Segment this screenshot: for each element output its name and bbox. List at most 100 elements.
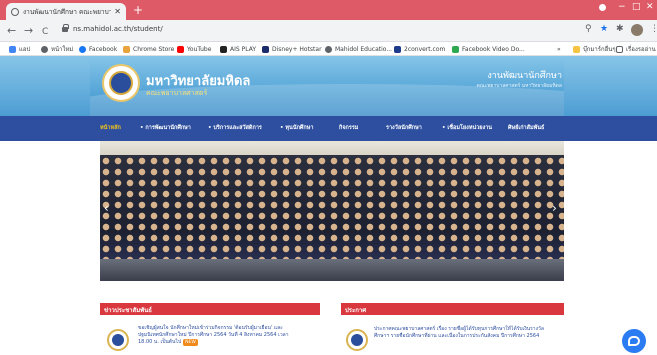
announcement-section-header-bar [341, 303, 564, 315]
bookmark-2convert[interactable]: 2convert.com [394, 44, 445, 54]
photo-foreground [100, 259, 564, 281]
banner-background-left [0, 56, 90, 116]
bookmark-label: AIS PLAY [230, 45, 256, 53]
lock-icon[interactable] [62, 24, 69, 32]
tab-strip: งานพัฒนานักศึกษา คณะพยาบาลศาสตร์ ✕ + − □… [0, 0, 657, 20]
youtube-icon [177, 45, 184, 53]
bookmark-mahidol-education[interactable]: Mahidol Educatio... [325, 44, 392, 54]
announcement-line: ประกาศคณะพยาบาลศาสตร์ เรื่อง รายชื่อผู้ไ… [374, 326, 544, 332]
forward-button[interactable]: → [24, 24, 33, 38]
bookmark-label: Facebook Video Do... [462, 45, 525, 53]
bookmark-label: แอป [19, 46, 31, 53]
department-subtitle: คณะพยาบาลศาสตร์ มหาวิทยาลัยมหิดล [476, 83, 562, 89]
graduation-photo-slider[interactable]: ‹ › [100, 141, 564, 281]
bookmark-label: Chrome Store [133, 45, 175, 53]
news-line: 18.00 น. เป็นต้นไป NEW [138, 339, 289, 346]
apps-grid-icon [9, 45, 16, 53]
chrome-menu-icon[interactable]: ⋮ [650, 24, 657, 34]
close-window-button[interactable]: ✕ [646, 2, 654, 12]
news-line: ปฐมนิเทศนักศึกษาใหม่ ปีการศึกษา 2564 วัน… [138, 332, 289, 338]
bookmark-new-page[interactable]: หน้าใหม่ [41, 44, 73, 54]
video-download-icon [452, 45, 459, 53]
menu-item-student-awards[interactable]: รางวัลนักศึกษา [386, 124, 422, 132]
messenger-icon [628, 336, 640, 346]
bookmark-label: Disney+ Hotstar [272, 45, 322, 53]
folder-icon [573, 45, 580, 53]
slider-prev-icon[interactable]: ‹ [104, 201, 109, 215]
menu-item-services[interactable]: • บริการและสวัสดิการ [208, 124, 262, 132]
reading-list[interactable]: เรื่องรออ่าน [616, 44, 656, 54]
bookmark-label: 2convert.com [404, 45, 446, 53]
back-button[interactable]: ← [7, 24, 16, 38]
address-toolbar: ← → C ns.mahidol.ac.th/student/ ⚲ ★ ✱ ⋮ [0, 20, 657, 42]
bookmark-label: YouTube [187, 45, 212, 53]
mahidol-logo[interactable] [102, 64, 140, 102]
bookmark-disney-hotstar[interactable]: Disney+ Hotstar [262, 44, 322, 54]
menu-item-home[interactable]: หน้าหลัก [100, 124, 121, 132]
news-line: ขอเชิญผู้สนใจ นักศึกษาใหม่เข้าร่วมกิจกรร… [138, 325, 283, 331]
menu-item-alumni[interactable]: ศิษย์เก่าสัมพันธ์ [508, 124, 544, 132]
main-menu: หน้าหลัก • การพัฒนานักศึกษา • บริการและส… [90, 116, 564, 141]
site-favicon-icon [11, 7, 19, 16]
announcement-item-link[interactable]: ประกาศคณะพยาบาลศาสตร์ เรื่อง รายชื่อผู้ไ… [374, 326, 544, 340]
bookmark-star-icon[interactable]: ★ [600, 24, 608, 34]
tab-title: งานพัฒนานักศึกษา คณะพยาบาลศาสตร์ [23, 7, 112, 16]
other-bookmarks[interactable]: บุ๊กมาร์กอื่นๆ [573, 44, 616, 54]
bookmark-facebook[interactable]: Facebook [79, 44, 117, 54]
bookmarks-bar: แอป หน้าใหม่ Facebook Chrome Store YouTu… [0, 42, 657, 56]
globe-icon [41, 45, 48, 53]
banner-background-right [564, 56, 657, 116]
seal-icon [351, 334, 363, 346]
menu-item-scholarships[interactable]: • ทุนนักศึกษา [280, 124, 313, 132]
bookmark-label: Facebook [89, 45, 118, 53]
seal-icon [109, 71, 133, 95]
messenger-chat-button[interactable] [622, 329, 646, 353]
news-section-title: ข่าวประชาสัมพันธ์ [104, 307, 152, 314]
bookmark-apps[interactable]: แอป [9, 44, 30, 54]
menu-background-left [0, 116, 90, 141]
bookmark-label: เรื่องรออ่าน [626, 46, 656, 53]
bookmark-facebook-video[interactable]: Facebook Video Do... [452, 44, 525, 54]
bookmark-chrome-store[interactable]: Chrome Store [123, 44, 174, 54]
bookmark-youtube[interactable]: YouTube [177, 44, 211, 54]
facebook-icon [79, 45, 86, 53]
announcement-thumbnail[interactable] [346, 329, 368, 351]
announcement-section-title: ประกาศ [345, 307, 367, 314]
browser-window: งานพัฒนานักศึกษา คณะพยาบาลศาสตร์ ✕ + − □… [0, 0, 657, 355]
bookmarks-overflow-button[interactable]: » [557, 44, 561, 54]
announcement-line: ศึกษาฯ รายชื่อนักศึกษาที่ผ่าน และเนื่องใ… [374, 333, 540, 339]
news-item-link[interactable]: ขอเชิญผู้สนใจ นักศึกษาใหม่เข้าร่วมกิจกรร… [138, 325, 289, 346]
menu-item-student-development[interactable]: • การพัฒนานักศึกษา [140, 124, 191, 132]
extensions-icon[interactable]: ✱ [616, 24, 624, 34]
disney-icon [262, 45, 269, 53]
news-thumbnail[interactable] [107, 329, 129, 351]
profile-avatar[interactable] [631, 24, 643, 36]
tab-search-icon[interactable] [599, 4, 606, 11]
bookmark-label: Mahidol Educatio... [335, 45, 393, 53]
menu-item-linked-agencies[interactable]: • เชื่อมโยงหน่วยงาน [442, 124, 492, 132]
address-bar[interactable]: ns.mahidol.ac.th/student/ [73, 25, 163, 33]
browser-tab[interactable]: งานพัฒนานักศึกษา คณะพยาบาลศาสตร์ ✕ [6, 3, 126, 20]
menu-background-right [564, 116, 657, 141]
seal-icon [112, 334, 124, 346]
globe-icon [325, 45, 332, 53]
news-line-text: 18.00 น. เป็นต้นไป [138, 339, 182, 345]
bookmark-ais-play[interactable]: AIS PLAY [220, 44, 256, 54]
tab-close-icon[interactable]: ✕ [114, 7, 121, 16]
maximize-button[interactable]: □ [632, 2, 641, 12]
chevrons-right-icon: » [557, 45, 561, 53]
bookmark-label: หน้าใหม่ [51, 46, 74, 53]
new-tab-button[interactable]: + [133, 3, 143, 17]
department-title: งานพัฒนานักศึกษา [487, 71, 562, 81]
chrome-store-icon [123, 45, 130, 53]
reload-button[interactable]: C [42, 25, 48, 39]
minimize-button[interactable]: − [618, 2, 626, 12]
slider-next-icon[interactable]: › [552, 201, 557, 215]
reading-list-icon [616, 45, 623, 53]
2convert-icon [394, 45, 401, 53]
new-badge: NEW [183, 339, 198, 346]
bookmark-label: บุ๊กมาร์กอื่นๆ [583, 46, 616, 53]
ais-play-icon [220, 45, 227, 53]
zoom-icon[interactable]: ⚲ [585, 24, 592, 34]
menu-item-activities[interactable]: กิจกรรม [339, 124, 358, 132]
